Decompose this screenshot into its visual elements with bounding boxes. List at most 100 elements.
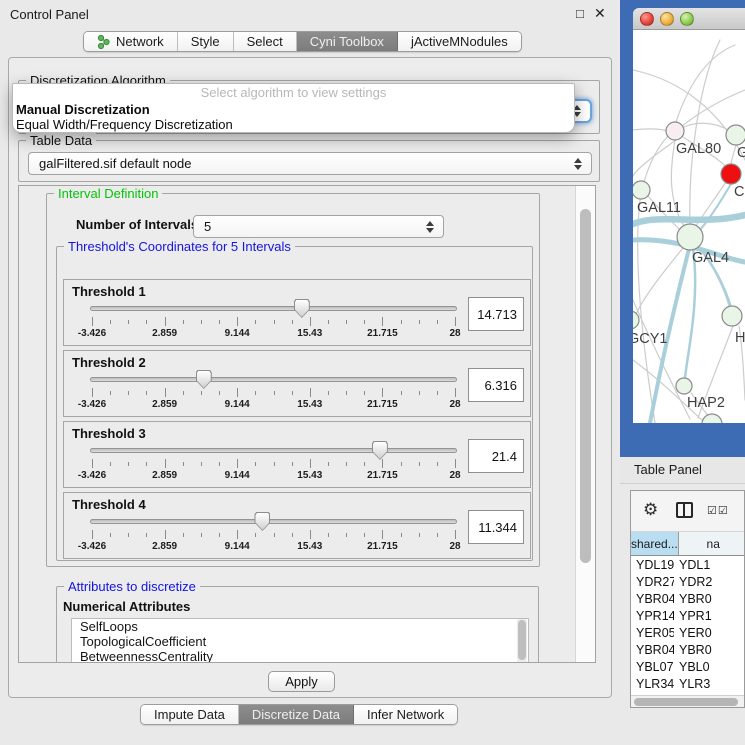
network-node[interactable] [677, 224, 703, 250]
network-window-titlebar[interactable] [633, 8, 745, 30]
network-node[interactable] [702, 414, 722, 423]
network-node-label: GAL80 [676, 141, 721, 157]
slider-thumb[interactable] [372, 441, 388, 460]
network-node-label: GAL4 [692, 250, 729, 266]
table-row[interactable]: YDL19...YDL1 [631, 556, 744, 573]
numerical-attributes-list[interactable]: SelfLoopsTopologicalCoefficientBetweenne… [71, 618, 529, 663]
threshold-3-value-field[interactable] [468, 439, 524, 473]
tab-network-label: Network [116, 34, 164, 49]
table-row[interactable]: YBL079WYBL0 [631, 658, 744, 675]
slider-track [90, 306, 457, 311]
table-cell: YBL079W [631, 660, 674, 674]
column-header-shared-name[interactable]: shared... [631, 532, 679, 555]
tab-jactivemnodules[interactable]: jActiveMNodules [398, 32, 521, 51]
gear-icon[interactable]: ⚙ [643, 500, 658, 520]
slider-track [90, 519, 457, 524]
table-cell: YBR043C [631, 592, 674, 606]
close-icon[interactable]: ✕ [594, 5, 606, 22]
control-panel-title: Control Panel [10, 7, 89, 22]
apply-button[interactable]: Apply [268, 671, 335, 692]
table-row[interactable]: YBR045CYBR0 [631, 641, 744, 658]
threshold-4-label: Threshold 4 [72, 497, 146, 512]
slider-ticks [92, 317, 455, 327]
tab-impute-data[interactable]: Impute Data [141, 705, 239, 724]
table-row[interactable]: YBR043CYBR0 [631, 590, 744, 607]
table-row[interactable]: YDR27...YDR2 [631, 573, 744, 590]
slider-thumb[interactable] [254, 512, 270, 531]
table-toolbar: ⚙ ☑☑ [631, 491, 744, 532]
threshold-1-slider[interactable]: -3.4262.8599.14415.4321.71528 [90, 302, 457, 342]
spinner-arrows-icon [425, 221, 434, 233]
table-row[interactable]: YPR145WYPR1 [631, 607, 744, 624]
list-item[interactable]: TopologicalCoefficient [72, 634, 528, 649]
close-traffic-light-icon[interactable] [640, 12, 654, 26]
number-of-intervals-label: Number of Intervals [76, 217, 198, 232]
table-cell: YLR345W [631, 677, 674, 691]
network-node-label: H [735, 330, 745, 346]
list-scrollbar[interactable] [517, 619, 527, 662]
network-node[interactable] [726, 125, 745, 145]
number-of-intervals-spinner[interactable]: 5 [193, 215, 444, 238]
columns-icon[interactable] [676, 502, 693, 518]
threshold-4-value-field[interactable] [468, 510, 524, 544]
table-row[interactable]: YER054CYER0 [631, 624, 744, 641]
table-body: YDL19...YDL1YDR27...YDR2YBR043CYBR0YPR14… [631, 556, 744, 707]
network-node[interactable] [633, 181, 650, 199]
tab-cyni-toolbox[interactable]: Cyni Toolbox [297, 32, 398, 51]
tab-select[interactable]: Select [234, 32, 297, 51]
algorithm-dropdown-popup: Select algorithm to view settings Manual… [12, 83, 575, 133]
network-node[interactable] [666, 122, 684, 140]
slider-track [90, 377, 457, 382]
combo-arrows-icon [573, 158, 582, 170]
dropdown-option-equal-width[interactable]: Equal Width/Frequency Discretization [13, 117, 574, 132]
network-node-label: GAL11 [637, 200, 681, 216]
float-window-icon[interactable]: □ [576, 6, 584, 21]
slider-thumb[interactable] [196, 370, 212, 389]
table-panel-box: ⚙ ☑☑ shared... na YDL19...YDL1YDR27...YD… [630, 490, 745, 708]
table-cell: YDR27... [631, 575, 674, 589]
slider-ticks [92, 388, 455, 398]
table-panel-title: Table Panel [634, 462, 702, 477]
network-nodes: GAL80GACGAL11GAL4GCY1HHAP2 [633, 122, 745, 423]
table-cell: YBL0 [674, 660, 744, 674]
threshold-2-slider[interactable]: -3.4262.8599.14415.4321.71528 [90, 373, 457, 413]
tab-infer-network[interactable]: Infer Network [354, 705, 457, 724]
application-window: Control Panel □ ✕ Network Style Select C… [0, 0, 745, 745]
slider-track [90, 448, 457, 453]
threshold-1-row: Threshold 1 -3.4262.8599.14415.4321.7152… [63, 279, 531, 346]
minimize-traffic-light-icon[interactable] [660, 12, 674, 26]
slider-ticks [92, 459, 455, 469]
table-data-combobox[interactable]: galFiltered.sif default node [28, 152, 592, 175]
select-columns-icon[interactable]: ☑☑ [707, 504, 729, 517]
network-canvas[interactable]: GAL80GACGAL11GAL4GCY1HHAP2 [633, 30, 745, 423]
dropdown-option-manual[interactable]: Manual Discretization [13, 102, 574, 117]
tab-discretize-data[interactable]: Discretize Data [239, 705, 354, 724]
zoom-traffic-light-icon[interactable] [680, 12, 694, 26]
threshold-3-slider[interactable]: -3.4262.8599.14415.4321.71528 [90, 444, 457, 484]
network-node-label: GCY1 [633, 331, 668, 347]
table-row[interactable]: YLR345WYLR3 [631, 675, 744, 692]
list-item[interactable]: SelfLoops [72, 619, 528, 634]
slider-tick-labels: -3.4262.8599.14415.4321.71528 [92, 399, 455, 411]
threshold-3-row: Threshold 3 -3.4262.8599.14415.4321.7152… [63, 421, 531, 488]
tab-network[interactable]: Network [84, 32, 178, 51]
cyni-bottom-tab-bar: Impute Data Discretize Data Infer Networ… [140, 704, 458, 725]
numerical-attributes-label: Numerical Attributes [63, 599, 190, 614]
table-cell: YBR0 [674, 643, 744, 657]
network-node[interactable] [721, 164, 741, 184]
threshold-1-value-field[interactable] [468, 297, 524, 331]
network-node[interactable] [633, 311, 639, 329]
table-horizontal-scrollbar[interactable] [631, 695, 744, 707]
threshold-1-label: Threshold 1 [72, 284, 146, 299]
list-item[interactable]: BetweennessCentrality [72, 649, 528, 663]
panel-scrollbar-thumb[interactable] [580, 209, 591, 563]
tab-style[interactable]: Style [178, 32, 234, 51]
threshold-4-slider[interactable]: -3.4262.8599.14415.4321.71528 [90, 515, 457, 555]
network-node[interactable] [676, 378, 692, 394]
network-node[interactable] [722, 306, 742, 326]
table-cell: YBR045C [631, 643, 674, 657]
column-header-name[interactable]: na [679, 532, 745, 555]
slider-thumb[interactable] [294, 299, 310, 318]
threshold-2-value-field[interactable] [468, 368, 524, 402]
panel-scrollbar-track[interactable] [575, 186, 595, 662]
